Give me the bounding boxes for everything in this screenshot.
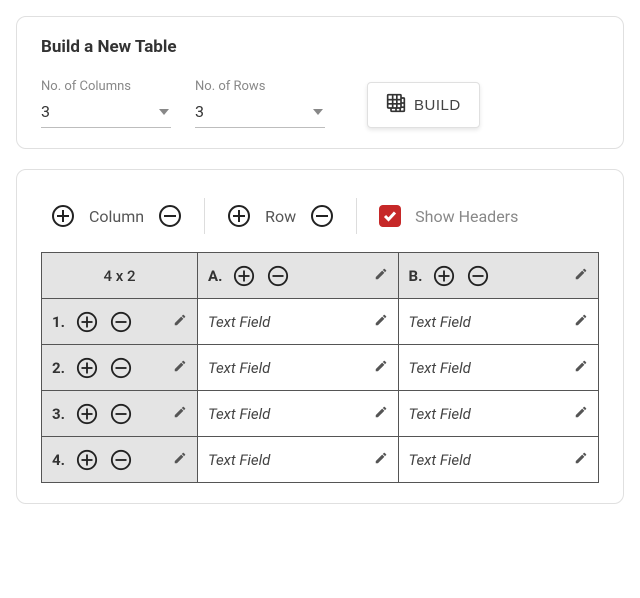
row-header-1: 1. [42, 299, 198, 345]
cell-placeholder: Text Field [409, 451, 471, 469]
row-controls: Row [227, 204, 334, 228]
edit-cell-button[interactable] [374, 359, 388, 377]
show-headers-checkbox[interactable] [379, 205, 401, 227]
build-controls-row: No. of Columns 3 No. of Rows 3 [41, 79, 599, 128]
toolbar-divider [204, 198, 205, 234]
remove-column-button[interactable] [158, 204, 182, 228]
add-row-2-button[interactable] [75, 356, 99, 380]
cell-placeholder: Text Field [208, 451, 270, 469]
row-header-4: 4. [42, 437, 198, 483]
table-dim-cell: 4 x 2 [42, 253, 198, 299]
col-header-b: B. [398, 253, 599, 299]
cell-3-b[interactable]: Text Field [398, 391, 599, 437]
chevron-down-icon [159, 109, 169, 115]
col-header-a-label: A. [208, 267, 222, 285]
columns-select-wrap: No. of Columns 3 [41, 79, 171, 128]
rows-select[interactable]: 3 [195, 96, 325, 128]
row-header-label: 1. [52, 313, 65, 331]
add-row-button[interactable] [227, 204, 251, 228]
row-header-2: 2. [42, 345, 198, 391]
edit-column-b-button[interactable] [574, 267, 588, 285]
remove-row-button[interactable] [310, 204, 334, 228]
build-table-title: Build a New Table [41, 37, 599, 57]
edit-cell-button[interactable] [574, 405, 588, 423]
table-header-row: 4 x 2 A. [42, 253, 599, 299]
columns-value: 3 [41, 102, 50, 121]
cell-4-b[interactable]: Text Field [398, 437, 599, 483]
add-row-4-button[interactable] [75, 448, 99, 472]
add-column-button[interactable] [51, 204, 75, 228]
edit-cell-button[interactable] [374, 405, 388, 423]
chevron-down-icon [313, 109, 323, 115]
add-row-1-button[interactable] [75, 310, 99, 334]
table-dim-label: 4 x 2 [52, 267, 187, 285]
table-toolbar: Column Row Show Headers [41, 190, 599, 252]
remove-row-3-button[interactable] [109, 402, 133, 426]
row-header-3: 3. [42, 391, 198, 437]
table-row: 3. Text Field Text Field [42, 391, 599, 437]
rows-value: 3 [195, 102, 204, 121]
build-button[interactable]: BUILD [367, 82, 480, 128]
data-table: 4 x 2 A. [41, 252, 599, 483]
build-button-label: BUILD [414, 97, 461, 114]
edit-cell-button[interactable] [574, 313, 588, 331]
remove-column-a-button[interactable] [266, 264, 290, 288]
col-header-a: A. [198, 253, 399, 299]
remove-column-b-button[interactable] [466, 264, 490, 288]
edit-column-a-button[interactable] [374, 267, 388, 285]
column-label: Column [89, 207, 144, 226]
show-headers-control: Show Headers [379, 205, 518, 227]
table-row: 2. Text Field Text Field [42, 345, 599, 391]
add-column-b-button[interactable] [432, 264, 456, 288]
row-header-label: 3. [52, 405, 65, 423]
table-icon [386, 93, 406, 117]
cell-placeholder: Text Field [409, 313, 471, 331]
cell-2-b[interactable]: Text Field [398, 345, 599, 391]
row-header-label: 4. [52, 451, 65, 469]
edit-cell-button[interactable] [374, 451, 388, 469]
edit-row-3-button[interactable] [173, 405, 187, 423]
column-controls: Column [51, 204, 182, 228]
row-header-label: 2. [52, 359, 65, 377]
edit-cell-button[interactable] [574, 451, 588, 469]
cell-1-b[interactable]: Text Field [398, 299, 599, 345]
cell-placeholder: Text Field [409, 405, 471, 423]
toolbar-divider [356, 198, 357, 234]
col-header-b-label: B. [409, 267, 423, 285]
table-body: 1. Text Field Text Field 2. Text Field Text F… [42, 299, 599, 483]
show-headers-label: Show Headers [415, 207, 518, 226]
cell-placeholder: Text Field [409, 359, 471, 377]
cell-placeholder: Text Field [208, 405, 270, 423]
rows-select-wrap: No. of Rows 3 [195, 79, 325, 128]
cell-2-a[interactable]: Text Field [198, 345, 399, 391]
add-column-a-button[interactable] [232, 264, 256, 288]
columns-select[interactable]: 3 [41, 96, 171, 128]
remove-row-4-button[interactable] [109, 448, 133, 472]
cell-placeholder: Text Field [208, 359, 270, 377]
add-row-3-button[interactable] [75, 402, 99, 426]
table-editor-card: Column Row Show Headers [16, 169, 624, 504]
cell-1-a[interactable]: Text Field [198, 299, 399, 345]
table-row: 1. Text Field Text Field [42, 299, 599, 345]
edit-cell-button[interactable] [374, 313, 388, 331]
row-label: Row [265, 207, 296, 226]
rows-label: No. of Rows [195, 79, 325, 94]
edit-row-1-button[interactable] [173, 313, 187, 331]
remove-row-2-button[interactable] [109, 356, 133, 380]
edit-cell-button[interactable] [574, 359, 588, 377]
cell-placeholder: Text Field [208, 313, 270, 331]
cell-4-a[interactable]: Text Field [198, 437, 399, 483]
edit-row-2-button[interactable] [173, 359, 187, 377]
edit-row-4-button[interactable] [173, 451, 187, 469]
table-row: 4. Text Field Text Field [42, 437, 599, 483]
build-table-card: Build a New Table No. of Columns 3 No. o… [16, 16, 624, 149]
remove-row-1-button[interactable] [109, 310, 133, 334]
cell-3-a[interactable]: Text Field [198, 391, 399, 437]
columns-label: No. of Columns [41, 79, 171, 94]
